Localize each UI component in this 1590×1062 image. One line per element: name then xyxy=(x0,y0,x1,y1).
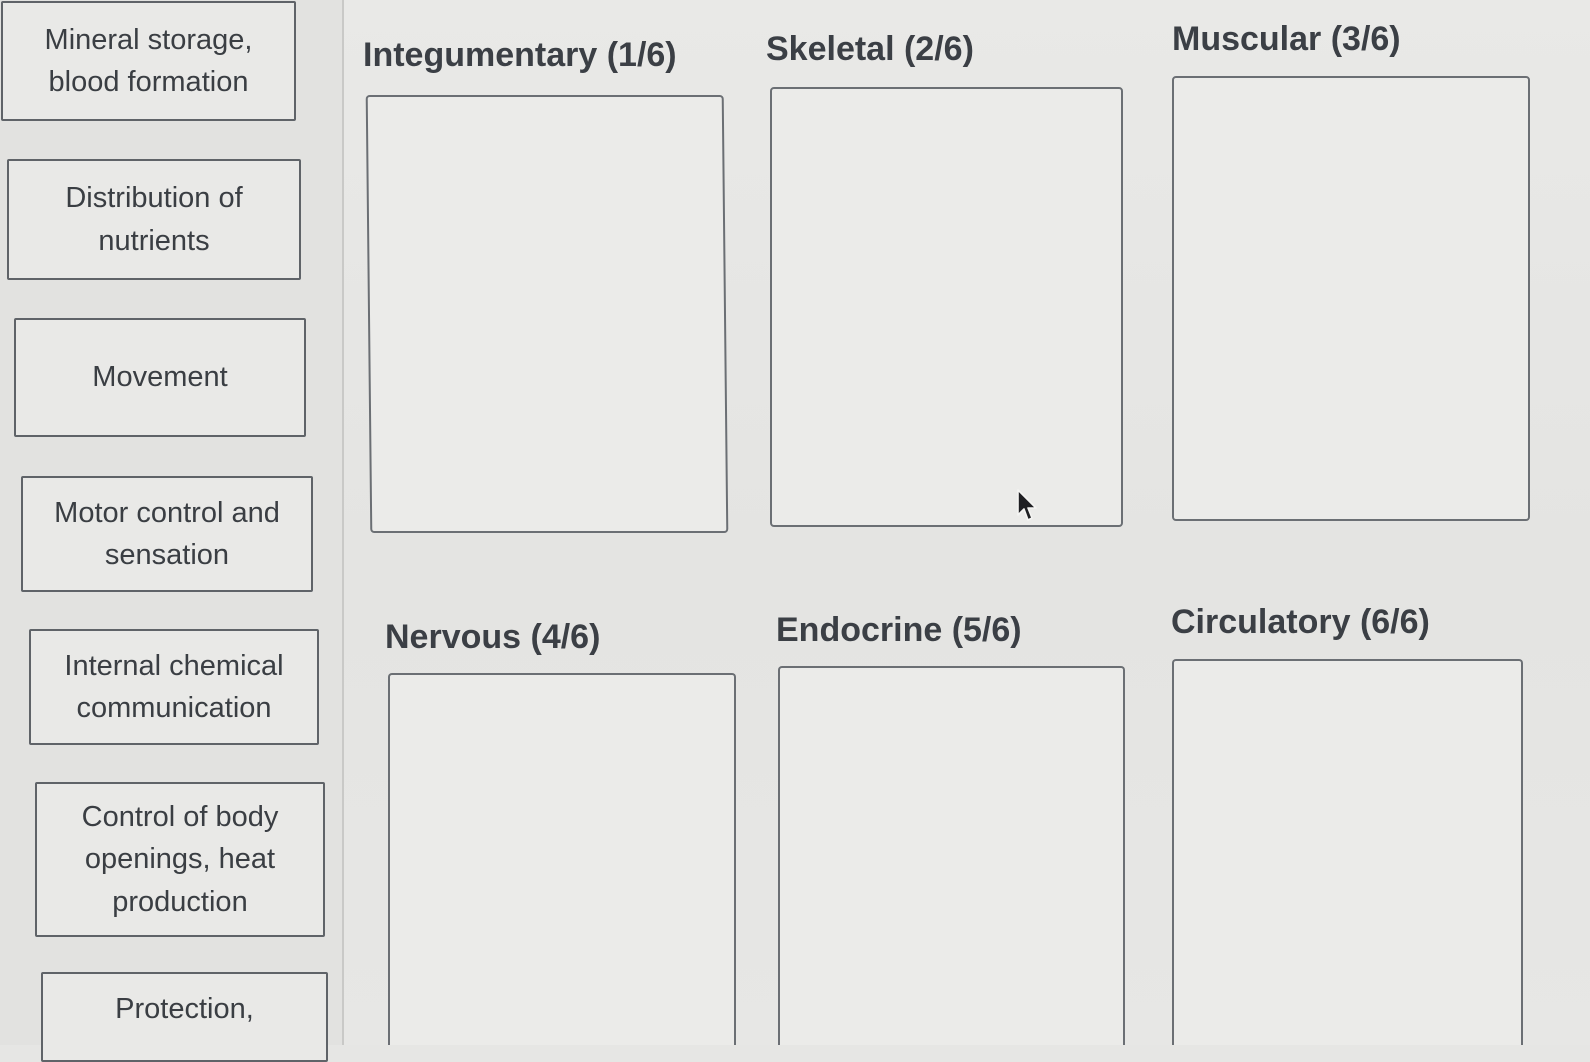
answer-chip-label: Distribution of nutrients xyxy=(65,182,243,257)
answer-chip-protection[interactable]: Protection, xyxy=(41,972,328,1062)
mouse-pointer-icon xyxy=(1017,489,1037,521)
answer-chip-label: Movement xyxy=(92,361,228,394)
category-title-endocrine: Endocrine (5/6) xyxy=(776,611,1022,649)
drag-and-drop-activity: Mineral storage, blood formation Distrib… xyxy=(0,0,1590,1062)
answer-chip-label: Motor control and sensation xyxy=(54,496,280,571)
answer-chip-distribution-of-nutrients[interactable]: Distribution of nutrients xyxy=(7,159,301,280)
category-title-skeletal: Skeletal (2/6) xyxy=(766,30,974,68)
category-title-muscular: Muscular (3/6) xyxy=(1172,20,1401,58)
category-title-circulatory: Circulatory (6/6) xyxy=(1171,603,1430,641)
drop-zone-skeletal[interactable] xyxy=(770,87,1123,527)
answer-chip-label: Protection, xyxy=(115,993,254,1025)
drop-zone-nervous[interactable] xyxy=(388,673,736,1045)
drop-zone-circulatory[interactable] xyxy=(1172,659,1523,1045)
drop-zone-endocrine[interactable] xyxy=(778,666,1125,1045)
category-title-integumentary: Integumentary (1/6) xyxy=(363,36,677,74)
drop-zone-integumentary[interactable] xyxy=(365,95,729,533)
answer-chip-mineral-storage[interactable]: Mineral storage, blood formation xyxy=(1,1,296,121)
answer-chip-label: Internal chemical communication xyxy=(64,649,284,724)
answer-chip-label: Control of body openings, heat productio… xyxy=(81,801,279,918)
answer-chip-control-of-body-openings[interactable]: Control of body openings, heat productio… xyxy=(35,782,325,937)
category-title-nervous: Nervous (4/6) xyxy=(385,618,601,656)
answer-tray: Mineral storage, blood formation Distrib… xyxy=(0,0,344,1062)
answer-chip-motor-control[interactable]: Motor control and sensation xyxy=(21,476,313,592)
answer-chip-movement[interactable]: Movement xyxy=(14,318,306,437)
answer-chip-label: Mineral storage, blood formation xyxy=(44,23,253,98)
drop-zone-muscular[interactable] xyxy=(1172,76,1530,521)
answer-chip-internal-chemical-communication[interactable]: Internal chemical communication xyxy=(29,629,319,745)
